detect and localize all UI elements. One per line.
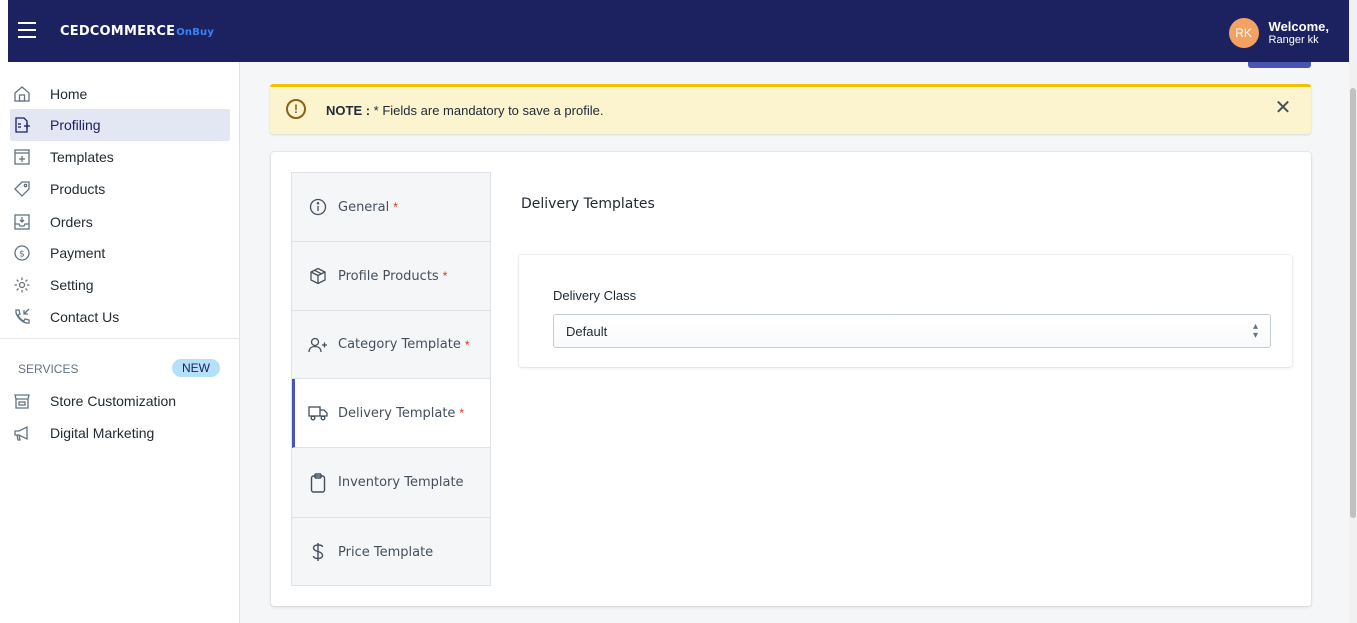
- sidebar-item-label: Store Customization: [50, 393, 177, 409]
- sidebar-item-label: Orders: [50, 214, 93, 230]
- sidebar-item-label: Contact Us: [50, 309, 120, 325]
- close-icon[interactable]: ✕: [1273, 98, 1293, 118]
- dollar-circle-icon: $: [12, 243, 32, 263]
- new-badge: NEW: [172, 359, 220, 377]
- welcome-text: Welcome, Ranger kk: [1268, 18, 1329, 47]
- sidebar-item-home[interactable]: Home: [10, 78, 230, 110]
- brand-name: CEDCOMMERCE: [60, 24, 176, 39]
- tab-label: Delivery Template: [338, 405, 456, 421]
- user-menu[interactable]: RK Welcome, Ranger kk: [1228, 18, 1329, 48]
- services-heading: SERVICES: [18, 362, 79, 376]
- tab-label: Profile Products: [338, 268, 439, 284]
- phone-icon: [12, 307, 32, 327]
- note-bold: NOTE :: [326, 103, 371, 118]
- tab-label: Price Template: [338, 544, 434, 560]
- add-user-icon: [308, 335, 328, 355]
- store-icon: [12, 391, 32, 411]
- note-text: NOTE : * Fields are mandatory to save a …: [326, 103, 603, 118]
- delivery-class-select[interactable]: Default ▴ ▾: [553, 314, 1271, 348]
- scrollbar-thumb[interactable]: [1350, 88, 1356, 518]
- profile-card: General * Profile Products * Category Temp…: [271, 152, 1311, 606]
- sidebar-item-payment[interactable]: $ Payment: [10, 237, 230, 269]
- tab-general[interactable]: General *: [292, 173, 490, 242]
- tag-icon: [12, 179, 32, 199]
- delivery-class-label: Delivery Class: [553, 288, 637, 303]
- sidebar-item-contact-us[interactable]: Contact Us: [10, 301, 230, 333]
- note-banner: ! NOTE : * Fields are mandatory to save …: [270, 84, 1311, 134]
- home-icon: [12, 84, 32, 104]
- profiling-icon: [12, 115, 32, 135]
- tab-category-template[interactable]: Category Template *: [292, 311, 490, 379]
- warning-icon: !: [286, 99, 306, 119]
- welcome-label: Welcome,: [1268, 18, 1329, 34]
- gear-icon: [12, 275, 32, 295]
- brand-sub: OnBuy: [176, 27, 215, 38]
- tab-label: Category Template: [338, 337, 461, 352]
- sidebar-item-orders[interactable]: Orders: [10, 206, 230, 238]
- sidebar-item-setting[interactable]: Setting: [10, 269, 230, 301]
- tab-label: General: [338, 199, 390, 215]
- page-scrollbar[interactable]: [1349, 0, 1357, 623]
- info-icon: [308, 197, 328, 217]
- delivery-class-card: Delivery Class Default ▴ ▾: [519, 255, 1292, 367]
- truck-icon: [308, 403, 328, 423]
- clipboard-icon: [308, 472, 328, 493]
- tab-profile-products[interactable]: Profile Products *: [292, 242, 490, 311]
- template-tabs: General * Profile Products * Category Temp…: [291, 172, 491, 586]
- required-marker: *: [393, 200, 398, 214]
- section-title: Delivery Templates: [521, 196, 655, 212]
- top-bar: CEDCOMMERCEOnBuy RK Welcome, Ranger kk: [0, 0, 1357, 62]
- sidebar-item-profiling[interactable]: Profiling: [10, 109, 230, 141]
- orders-icon: [12, 212, 32, 232]
- left-edge: [0, 0, 8, 62]
- sidebar-item-store-customization[interactable]: Store Customization: [10, 385, 230, 417]
- avatar[interactable]: RK: [1228, 18, 1259, 48]
- sidebar-item-products[interactable]: Products: [10, 173, 230, 205]
- sidebar-item-label: Templates: [50, 149, 114, 165]
- note-message: * Fields are mandatory to save a profile…: [370, 103, 604, 118]
- sidebar-item-label: Home: [50, 86, 88, 102]
- required-marker: *: [464, 337, 470, 352]
- select-value: Default: [566, 324, 608, 339]
- megaphone-icon: [12, 423, 32, 443]
- tab-label: Inventory Template: [338, 475, 464, 490]
- templates-icon: [12, 147, 32, 167]
- dollar-icon: [308, 542, 328, 562]
- sidebar-item-label: Digital Marketing: [50, 425, 155, 441]
- sidebar-divider: [0, 338, 240, 339]
- svg-text:$: $: [19, 250, 25, 260]
- brand-logo[interactable]: CEDCOMMERCEOnBuy: [60, 24, 214, 39]
- required-marker: *: [459, 406, 465, 420]
- sidebar-item-label: Products: [50, 181, 106, 197]
- sidebar-item-label: Setting: [50, 277, 94, 293]
- sidebar: Home Profiling Templates Products Orders…: [0, 62, 240, 623]
- select-arrows-icon: ▴ ▾: [1252, 321, 1258, 341]
- hidden-action-button[interactable]: [1248, 62, 1311, 68]
- tab-inventory-template[interactable]: Inventory Template: [292, 448, 490, 518]
- sidebar-item-label: Profiling: [50, 117, 101, 133]
- sidebar-item-digital-marketing[interactable]: Digital Marketing: [10, 417, 230, 449]
- tab-price-template[interactable]: Price Template: [292, 518, 490, 586]
- menu-icon[interactable]: [18, 22, 36, 38]
- tab-delivery-template[interactable]: Delivery Template *: [292, 379, 490, 448]
- sidebar-item-templates[interactable]: Templates: [10, 141, 230, 173]
- user-name: Ranger kk: [1268, 34, 1319, 47]
- box-icon: [308, 266, 328, 286]
- sidebar-item-label: Payment: [50, 245, 106, 261]
- required-marker: *: [442, 269, 448, 283]
